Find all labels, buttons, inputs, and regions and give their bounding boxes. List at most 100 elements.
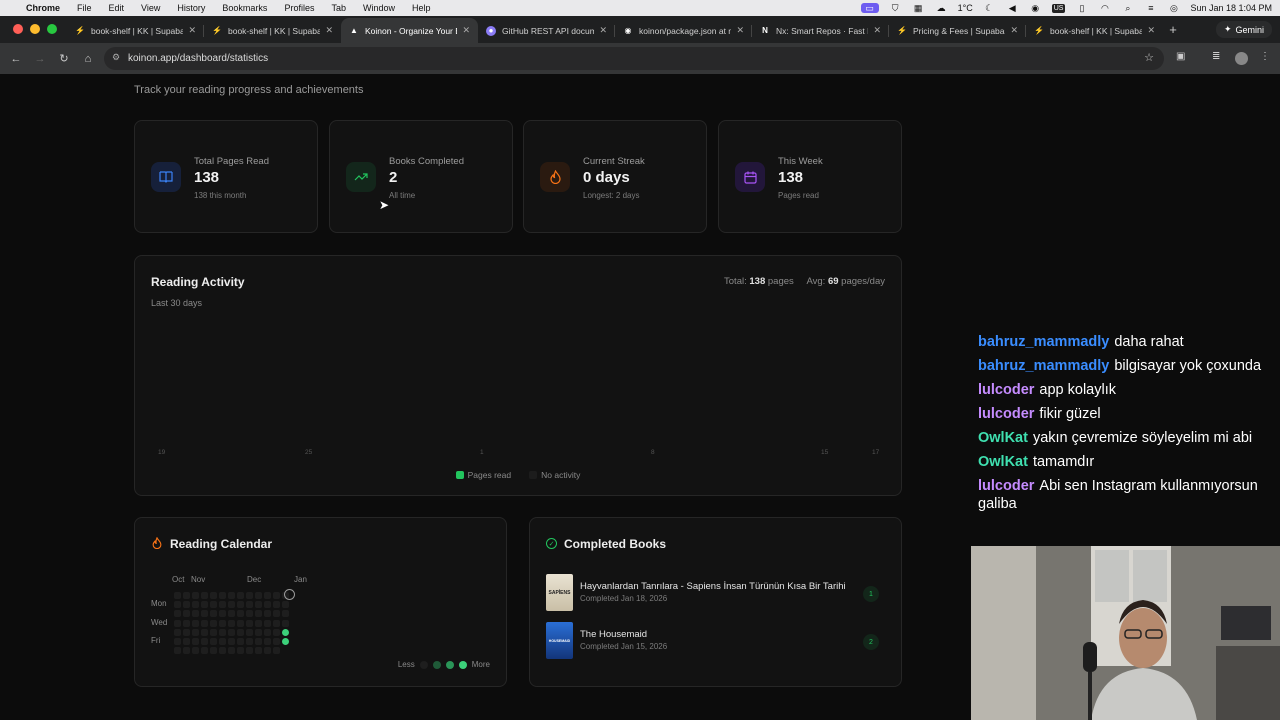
calendar-day-cell[interactable]: [255, 638, 262, 645]
calendar-day-cell[interactable]: [273, 628, 280, 636]
close-tab-icon[interactable]: ✕: [325, 25, 333, 36]
tab-github-docs[interactable]: ● GitHub REST API documentation ✕: [478, 18, 615, 43]
calendar-day-cell[interactable]: [210, 619, 217, 627]
close-window-button[interactable]: [13, 24, 23, 34]
calendar-day-cell[interactable]: [228, 647, 235, 655]
input-source[interactable]: US: [1051, 3, 1066, 13]
grid-icon[interactable]: ▦: [912, 3, 925, 13]
calendar-day-cell[interactable]: [174, 638, 181, 645]
calendar-day-cell[interactable]: [246, 592, 253, 599]
calendar-day-cell[interactable]: [264, 592, 271, 599]
calendar-day-cell[interactable]: [273, 647, 280, 655]
calendar-day-cell[interactable]: [219, 628, 226, 636]
calendar-day-cell[interactable]: [210, 628, 217, 636]
calendar-day-cell[interactable]: [210, 601, 217, 609]
calendar-day-cell[interactable]: [174, 619, 181, 627]
close-tab-icon[interactable]: ✕: [1147, 25, 1155, 36]
calendar-day-cell[interactable]: [201, 628, 208, 636]
calendar-day-cell[interactable]: [192, 638, 199, 645]
calendar-day-cell[interactable]: [183, 610, 190, 618]
calendar-day-cell[interactable]: [201, 601, 208, 609]
more-menu-icon[interactable]: ⋮: [1260, 51, 1270, 62]
calendar-day-cell[interactable]: [237, 610, 244, 618]
completed-book-item[interactable]: HOUSEMAID The Housemaid Completed Jan 15…: [546, 622, 879, 662]
wifi-icon[interactable]: ◠: [1098, 3, 1111, 13]
calendar-day-cell[interactable]: [282, 601, 289, 609]
minimize-window-button[interactable]: [30, 24, 40, 34]
calendar-day-cell[interactable]: [264, 619, 271, 627]
calendar-day-cell[interactable]: [219, 592, 226, 599]
calendar-day-cell[interactable]: [174, 601, 181, 609]
calendar-day-cell[interactable]: [192, 610, 199, 618]
calendar-day-cell[interactable]: [237, 619, 244, 627]
tab-github[interactable]: ◉ koinon/package.json at main ✕: [615, 18, 752, 43]
calendar-day-cell[interactable]: [228, 592, 235, 599]
calendar-day-cell[interactable]: [273, 638, 280, 645]
menu-bookmarks[interactable]: Bookmarks: [222, 3, 267, 13]
calendar-day-cell[interactable]: [264, 628, 271, 636]
calendar-day-cell[interactable]: [282, 610, 289, 618]
reload-icon[interactable]: ↻: [56, 51, 72, 67]
calendar-day-cell[interactable]: [183, 601, 190, 609]
menu-file[interactable]: File: [77, 3, 92, 13]
calendar-day-cell[interactable]: [228, 601, 235, 609]
search-icon[interactable]: ⌕: [1121, 3, 1134, 13]
calendar-day-cell[interactable]: [246, 647, 253, 655]
calendar-day-cell[interactable]: [246, 619, 253, 627]
record-icon[interactable]: ◉: [1029, 3, 1042, 13]
completed-book-item[interactable]: SAPİENS Hayvanlardan Tanrılara - Sapiens…: [546, 574, 879, 614]
bookmark-star-icon[interactable]: ☆: [1144, 51, 1154, 64]
calendar-day-cell[interactable]: [192, 628, 199, 636]
calendar-day-cell[interactable]: [273, 601, 280, 609]
calendar-day-cell[interactable]: [183, 619, 190, 627]
menu-app-name[interactable]: Chrome: [26, 3, 60, 13]
menu-tab[interactable]: Tab: [331, 3, 346, 13]
calendar-day-cell[interactable]: [192, 592, 199, 599]
calendar-day-cell[interactable]: [228, 638, 235, 645]
profile-avatar[interactable]: [1235, 52, 1248, 65]
calendar-day-cell[interactable]: [201, 610, 208, 618]
calendar-day-cell[interactable]: [237, 647, 244, 655]
volume-icon[interactable]: ◀: [1006, 3, 1019, 13]
calendar-day-cell[interactable]: [264, 638, 271, 645]
calendar-day-cell[interactable]: [246, 628, 253, 636]
calendar-day-cell[interactable]: [210, 647, 217, 655]
site-settings-icon[interactable]: ⚙: [112, 52, 120, 63]
calendar-day-cell[interactable]: [228, 628, 235, 636]
control-center-icon[interactable]: ≡: [1144, 3, 1157, 13]
calendar-day-cell[interactable]: [201, 592, 208, 599]
calendar-day-cell[interactable]: [246, 610, 253, 618]
calendar-day-cell[interactable]: [219, 610, 226, 618]
menu-view[interactable]: View: [141, 3, 160, 13]
calendar-day-cell[interactable]: [282, 628, 289, 636]
tab-supabase-1[interactable]: ⚡ book-shelf | KK | Supabase ✕: [67, 18, 204, 43]
close-tab-icon[interactable]: ✕: [873, 25, 881, 36]
mirror-icon[interactable]: ▯: [1075, 3, 1088, 13]
calendar-day-cell[interactable]: [174, 628, 181, 636]
calendar-day-cell[interactable]: [255, 592, 262, 599]
calendar-day-cell[interactable]: [264, 647, 271, 655]
calendar-day-cell[interactable]: [255, 619, 262, 627]
calendar-day-cell[interactable]: [201, 638, 208, 645]
home-icon[interactable]: ⌂: [80, 51, 96, 67]
forward-icon[interactable]: →: [32, 51, 48, 67]
new-tab-button[interactable]: +: [1163, 22, 1183, 37]
zoom-window-button[interactable]: [47, 24, 57, 34]
close-tab-icon[interactable]: ✕: [188, 25, 196, 36]
gemini-button[interactable]: ✦ Gemini: [1215, 21, 1272, 38]
calendar-day-cell[interactable]: [210, 592, 217, 599]
calendar-day-cell[interactable]: [183, 638, 190, 645]
close-tab-icon[interactable]: ✕: [1010, 25, 1018, 36]
screen-share-icon[interactable]: ▭: [860, 3, 879, 13]
calendar-day-cell[interactable]: [255, 610, 262, 618]
calendar-day-cell[interactable]: [183, 628, 190, 636]
menu-profiles[interactable]: Profiles: [284, 3, 314, 13]
tab-nx[interactable]: N Nx: Smart Repos · Fast Builds ✕: [752, 18, 889, 43]
url-text[interactable]: koinon.app/dashboard/statistics: [128, 53, 268, 64]
calendar-day-cell[interactable]: [264, 601, 271, 609]
calendar-day-cell[interactable]: [183, 647, 190, 655]
calendar-day-cell[interactable]: [219, 647, 226, 655]
calendar-day-cell[interactable]: [201, 647, 208, 655]
calendar-day-cell[interactable]: [219, 638, 226, 645]
cast-icon[interactable]: ▣: [1176, 51, 1185, 62]
